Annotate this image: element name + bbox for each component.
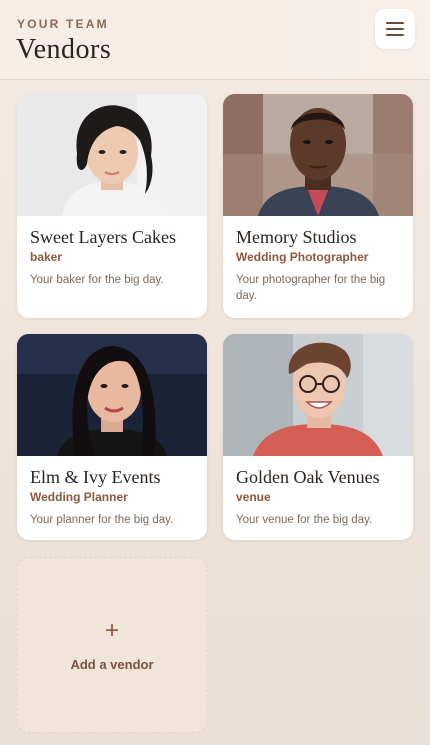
vendor-description: Your photographer for the big day. [236, 274, 386, 302]
vendor-photo [223, 334, 413, 456]
vendor-card[interactable]: Golden Oak Venues venue Your venue for t… [223, 334, 413, 540]
vendor-category: Wedding Planner [30, 490, 128, 504]
vendor-name: Elm & Ivy Events [30, 467, 161, 487]
vendor-description: Your baker for the big day. [30, 274, 164, 286]
menu-button[interactable] [375, 9, 415, 49]
vendor-category: venue [236, 490, 271, 504]
vendor-card[interactable]: Memory Studios Wedding Photographer Your… [223, 94, 413, 318]
vendor-card[interactable]: Sweet Layers Cakes baker Your baker for … [17, 94, 207, 318]
vendor-card[interactable]: Elm & Ivy Events Wedding Planner Your pl… [17, 334, 207, 540]
hamburger-menu-icon [386, 22, 404, 36]
vendor-photo [17, 94, 207, 216]
vendor-category: baker [30, 250, 63, 264]
vendor-name: Sweet Layers Cakes [30, 227, 176, 247]
add-vendor-label: Add a vendor [70, 656, 154, 672]
add-vendor-button[interactable]: + Add a vendor [17, 557, 207, 733]
section-eyebrow: YOUR TEAM [17, 17, 109, 31]
plus-icon: + [104, 616, 119, 644]
app-header: YOUR TEAM Vendors [0, 0, 430, 80]
vendor-photo [223, 94, 413, 216]
vendor-description: Your planner for the big day. [30, 514, 174, 526]
vendor-photo [17, 334, 207, 456]
vendor-description: Your venue for the big day. [236, 514, 373, 526]
vendor-name: Golden Oak Venues [236, 467, 380, 487]
vendor-name: Memory Studios [236, 227, 357, 247]
page-title: Vendors [16, 34, 112, 65]
vendor-category: Wedding Photographer [236, 250, 369, 264]
